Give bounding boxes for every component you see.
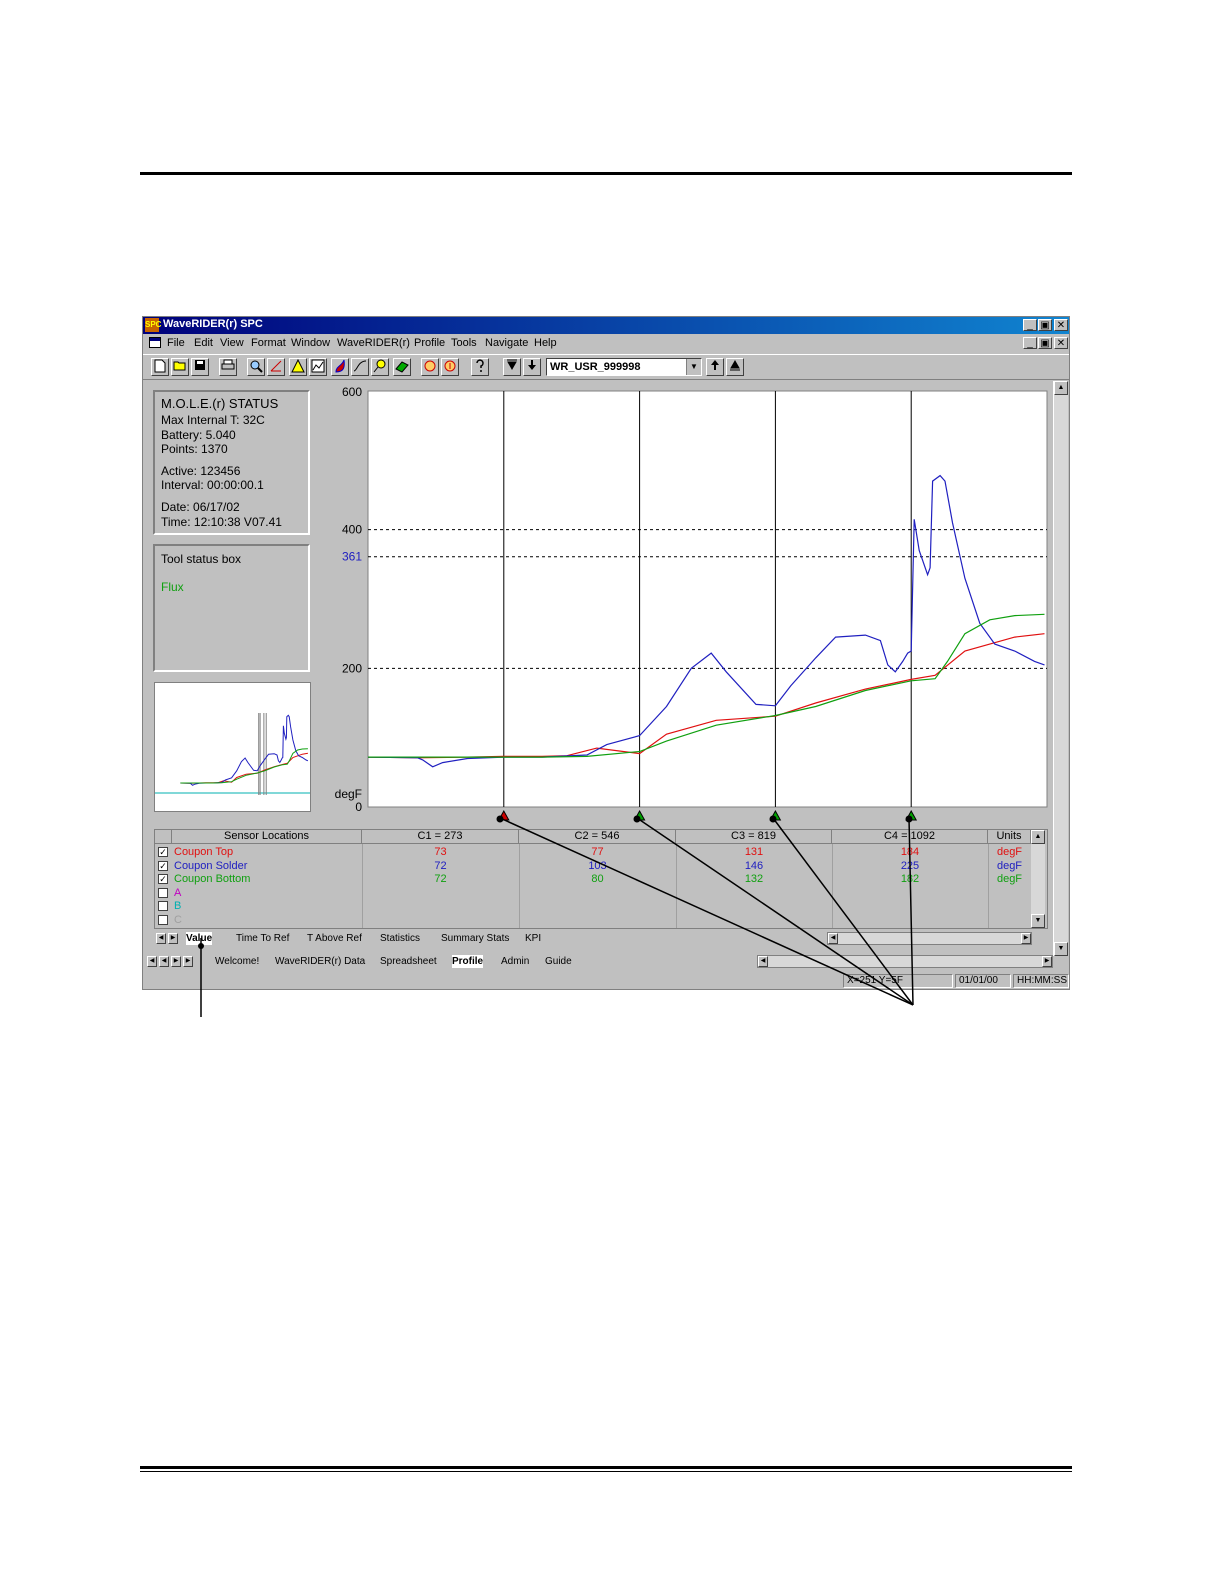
cursor-marker <box>497 809 510 821</box>
status-time-field: HH:MM:SS <box>1013 974 1069 988</box>
status-bar: X=251 Y=5F 01/01/00 HH:MM:SS <box>143 973 1069 989</box>
header-c3[interactable]: C3 = 819 <box>676 830 832 844</box>
sheet-tab-admin[interactable]: Admin <box>501 955 529 968</box>
y-tick-label: 400 <box>342 523 362 537</box>
status-coords: X=251 Y=5F <box>843 974 953 988</box>
sheet-tab-profile[interactable]: Profile <box>452 955 484 968</box>
cell-value: 131 <box>744 846 764 858</box>
sheet-horizontal-scrollbar[interactable]: ◀ ▶ <box>757 955 1053 968</box>
app-window: SPC WaveRIDER(r) SPC _ ▣ ✕ File Edit Vie… <box>142 316 1070 990</box>
tab-value[interactable]: Value <box>186 932 213 945</box>
sheet-scroll-left-icon[interactable]: ◀ <box>758 956 768 967</box>
grid-horizontal-scrollbar[interactable]: ◀ ▶ <box>827 932 1032 945</box>
grid-tabs: ◀ ▶ Value Time To Ref T Above Ref Statis… <box>154 932 1034 946</box>
tab-time-to-ref[interactable]: Time To Ref <box>236 932 289 945</box>
sensor-checkbox[interactable] <box>158 887 168 898</box>
y-tick-label: 0 <box>355 800 362 814</box>
cursor-marker <box>633 809 646 821</box>
sensor-checkbox[interactable] <box>158 901 168 911</box>
cell-value: 73 <box>434 846 447 858</box>
sensor-name: Coupon Top <box>174 846 234 858</box>
cursor-marker <box>769 809 782 821</box>
cell-unit: degF <box>996 846 1023 858</box>
sheet-tab-welcome[interactable]: Welcome! <box>215 955 259 968</box>
profile-chart[interactable]: 600 400 361 200 0degF <box>143 317 1069 837</box>
cell-value: 80 <box>591 873 604 885</box>
tab-prev-icon[interactable]: ◀ <box>156 933 166 944</box>
cell-unit: degF <box>996 873 1023 885</box>
sensor-name: Coupon Bottom <box>174 873 251 885</box>
hscroll-right-icon[interactable]: ▶ <box>1021 933 1031 944</box>
sensor-checkbox[interactable]: ✓ <box>158 874 168 884</box>
cell-value: 225 <box>900 859 920 872</box>
sensor-name: C <box>174 913 182 926</box>
cell-value: 182 <box>900 873 920 885</box>
sensor-name: A <box>174 886 182 899</box>
cell-value: 72 <box>434 873 447 885</box>
header-rule <box>140 172 1072 175</box>
cell-value: 184 <box>900 846 920 858</box>
grid-scroll-up-icon[interactable]: ▲ <box>1031 830 1045 844</box>
cursor-marker <box>905 809 918 821</box>
tab-next-icon[interactable]: ▶ <box>168 933 178 944</box>
sheet-tabs: ◀ ◀ ▶ ▶ Welcome! WaveRIDER(r) Data Sprea… <box>145 955 1055 969</box>
tab-t-above-ref[interactable]: T Above Ref <box>307 932 362 945</box>
header-sensor-locations[interactable]: Sensor Locations <box>172 830 362 844</box>
sheet-tab-spreadsheet[interactable]: Spreadsheet <box>380 955 437 968</box>
cell-value: 77 <box>591 846 604 858</box>
sheet-next-icon[interactable]: ▶ <box>171 956 181 967</box>
sheet-scroll-right-icon[interactable]: ▶ <box>1042 956 1052 967</box>
grid-corner <box>155 830 172 844</box>
sensor-checkbox[interactable] <box>158 914 168 925</box>
cell-value: 103 <box>588 859 607 872</box>
cell-value: 146 <box>744 859 764 872</box>
y-tick-label: 200 <box>342 661 362 675</box>
grid-scrollbar[interactable]: ▲ ▼ <box>1031 830 1045 928</box>
tab-statistics[interactable]: Statistics <box>380 932 420 945</box>
grid-scroll-down-icon[interactable]: ▼ <box>1031 914 1045 928</box>
footer-rule-thin <box>140 1471 1072 1472</box>
y-tick-label: 600 <box>342 385 362 399</box>
sheet-tab-guide[interactable]: Guide <box>545 955 572 968</box>
header-c4[interactable]: C4 = 1092 <box>832 830 988 844</box>
sensor-checkbox[interactable]: ✓ <box>158 860 168 871</box>
scroll-down-icon[interactable]: ▼ <box>1054 942 1068 956</box>
y-tick-label: 361 <box>342 550 362 564</box>
cell-value: 72 <box>434 859 447 872</box>
plot-area <box>367 390 1048 808</box>
cell-unit: degF <box>996 859 1023 872</box>
scroll-up-icon[interactable]: ▲ <box>1054 381 1068 395</box>
header-c2[interactable]: C2 = 546 <box>519 830 676 844</box>
sensor-name: Coupon Solder <box>174 859 248 872</box>
sensor-grid: Sensor Locations C1 = 273 C2 = 546 C3 = … <box>154 829 1048 929</box>
tab-kpi[interactable]: KPI <box>525 932 541 945</box>
vertical-scrollbar[interactable]: ▲ ▼ <box>1053 381 1068 956</box>
y-unit-label: degF <box>335 787 362 801</box>
sheet-last-icon[interactable]: ▶ <box>183 956 193 967</box>
sheet-first-icon[interactable]: ◀ <box>147 956 157 967</box>
sheet-prev-icon[interactable]: ◀ <box>159 956 169 967</box>
cell-value: 132 <box>744 873 764 885</box>
header-c1[interactable]: C1 = 273 <box>362 830 519 844</box>
hscroll-left-icon[interactable]: ◀ <box>828 933 838 944</box>
header-units[interactable]: Units <box>988 830 1031 844</box>
tab-summary-stats[interactable]: Summary Stats <box>441 932 509 945</box>
sensor-name: B <box>174 900 182 912</box>
sensor-checkbox[interactable]: ✓ <box>158 847 168 857</box>
sheet-tab-waverider-data[interactable]: WaveRIDER(r) Data <box>275 955 365 968</box>
footer-rule <box>140 1466 1072 1469</box>
status-date-field: 01/01/00 <box>955 974 1011 988</box>
